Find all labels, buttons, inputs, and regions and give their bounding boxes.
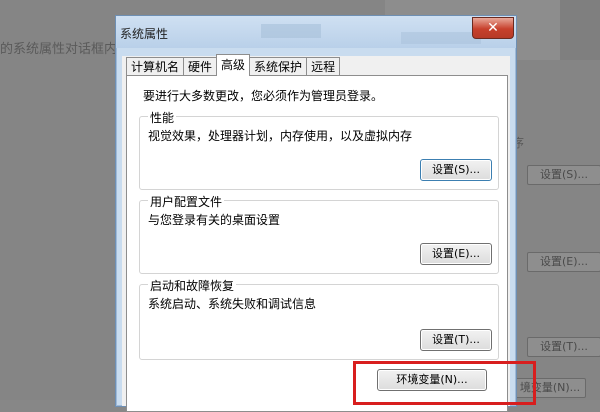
- background-close-strip: [560, 0, 600, 60]
- performance-desc: 视觉效果，处理器计划，内存使用，以及虚拟内存: [148, 129, 413, 143]
- close-icon: ✕: [487, 20, 499, 36]
- background-text: 的系统属性对话框内: [0, 42, 118, 57]
- tab-computer-name[interactable]: 计算机名: [126, 57, 185, 76]
- performance-title: 性能: [148, 109, 177, 126]
- admin-note: 要进行大多数更改，您必须作为管理员登录。: [143, 89, 384, 103]
- tab-hardware[interactable]: 硬件: [183, 57, 218, 76]
- highlight-box: [353, 361, 536, 405]
- performance-group: 性能 视觉效果，处理器计划，内存使用，以及虚拟内存 设置(S)...: [139, 109, 499, 190]
- startup-recovery-desc: 系统启动、系统失败和调试信息: [148, 297, 317, 311]
- performance-settings-button[interactable]: 设置(S)...: [420, 159, 492, 181]
- tab-advanced[interactable]: 高级: [216, 54, 251, 76]
- title-bar: 系统属性 ✕: [116, 16, 516, 48]
- startup-recovery-settings-button[interactable]: 设置(T)...: [420, 329, 492, 351]
- user-profiles-group: 用户配置文件 与您登录有关的桌面设置 设置(E)...: [139, 193, 499, 274]
- user-profiles-desc: 与您登录有关的桌面设置: [148, 213, 281, 227]
- background-settings-button-1: 设置(S)...: [527, 165, 600, 185]
- user-profiles-settings-button[interactable]: 设置(E)...: [420, 243, 492, 265]
- title-blur: [261, 24, 321, 38]
- tab-strip: 计算机名 硬件 高级 系统保护 远程: [126, 54, 341, 76]
- system-properties-dialog: 系统属性 ✕ 计算机名 硬件 高级 系统保护 远程 要进行大多数更改，您必须作为…: [115, 15, 517, 412]
- user-profiles-title: 用户配置文件: [148, 193, 225, 210]
- close-button[interactable]: ✕: [472, 17, 514, 39]
- tab-remote[interactable]: 远程: [306, 57, 341, 76]
- startup-recovery-title: 启动和故障恢复: [148, 277, 237, 294]
- background-settings-button-3: 设置(T)...: [527, 337, 600, 357]
- title-blur-2: [401, 32, 481, 44]
- dialog-title: 系统属性: [120, 27, 169, 41]
- startup-recovery-group: 启动和故障恢复 系统启动、系统失败和调试信息 设置(T)...: [139, 277, 499, 360]
- background-settings-button-2: 设置(E)...: [527, 252, 600, 272]
- tab-system-protection[interactable]: 系统保护: [249, 57, 308, 76]
